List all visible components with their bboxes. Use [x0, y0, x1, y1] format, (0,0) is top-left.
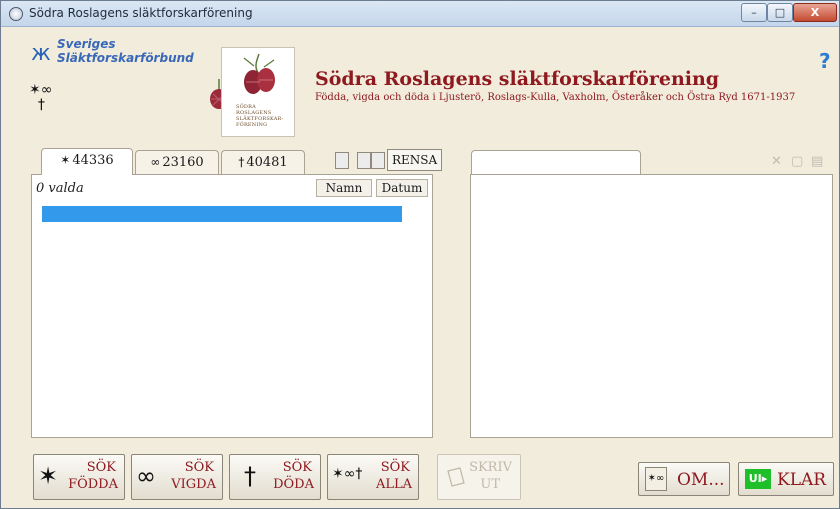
- about-button[interactable]: ✶∞ OM...: [638, 462, 730, 496]
- minimize-button[interactable]: –: [741, 3, 767, 22]
- tab-dead[interactable]: † 40481: [221, 150, 305, 174]
- search-born-label-top: SÖK: [86, 460, 116, 475]
- search-dead-label-top: SÖK: [282, 460, 312, 475]
- maximize-button[interactable]: □: [767, 3, 793, 22]
- search-born-button[interactable]: ✶ SÖK FÖDDA: [33, 454, 125, 500]
- search-all-label-bottom: ALLA: [375, 477, 412, 492]
- association-logo-text: SÖDRA ROSLAGENS SLÄKTFORSKAR-FÖRENING: [236, 104, 284, 128]
- print-label-bottom: UT: [480, 477, 500, 492]
- app-icon: [9, 7, 23, 21]
- dead-icon: †: [244, 462, 256, 490]
- tab-details[interactable]: [471, 150, 641, 176]
- born-icon: ✶: [60, 153, 71, 167]
- birth-marriage-death-symbols-icon: ✶∞ †: [29, 82, 53, 113]
- selected-row-highlight[interactable]: [42, 206, 402, 222]
- symbols-icon: ✶∞: [645, 467, 667, 491]
- exit-button[interactable]: UI▸ KLAR: [738, 462, 834, 496]
- search-all-label-top: SÖK: [380, 460, 410, 475]
- tab-born[interactable]: ✶ 44336: [41, 148, 133, 175]
- sort-date-button[interactable]: Datum: [376, 179, 428, 197]
- tab-born-count: 44336: [72, 153, 114, 168]
- married-icon: ∞: [150, 155, 161, 169]
- printer-page-icon: [447, 467, 465, 487]
- document-icon[interactable]: ▤: [811, 154, 823, 169]
- federation-name-line1: Sveriges: [57, 37, 116, 51]
- federation-name-line2: Släktforskarförbund: [57, 51, 194, 65]
- search-dead-label-bottom: DÖDA: [273, 477, 314, 492]
- tab-married-count: 23160: [162, 155, 204, 170]
- all-events-icon: ✶∞†: [332, 466, 363, 482]
- clear-button[interactable]: RENSA: [387, 149, 443, 171]
- close-button[interactable]: X: [793, 3, 837, 22]
- folder-icon[interactable]: [335, 152, 349, 169]
- association-logo: SÖDRA ROSLAGENS SLÄKTFORSKAR-FÖRENING: [221, 47, 295, 137]
- search-dead-button[interactable]: † SÖK DÖDA: [229, 454, 321, 500]
- details-panel: [470, 174, 833, 438]
- about-label: OM...: [677, 470, 725, 490]
- federation-mark-icon: ж: [31, 41, 51, 66]
- page-title: Södra Roslagens släktforskarförening: [315, 68, 720, 90]
- app-window: Södra Roslagens släktforskarförening – □…: [0, 0, 840, 509]
- title-bar: Södra Roslagens släktforskarförening – □…: [1, 1, 839, 27]
- exit-icon: UI▸: [745, 469, 771, 489]
- symbol-cross-icon[interactable]: ✕: [771, 154, 782, 169]
- open-book-page-icon[interactable]: [371, 152, 385, 169]
- window-title: Södra Roslagens släktforskarförening: [29, 6, 253, 20]
- page-subtitle: Födda, vigda och döda i Ljusterö, Roslag…: [315, 92, 796, 103]
- print-button[interactable]: SKRIV UT: [437, 454, 521, 500]
- search-married-button[interactable]: ∞ SÖK VIGDA: [131, 454, 223, 500]
- dead-icon: †: [238, 155, 245, 169]
- exit-label: KLAR: [777, 470, 827, 490]
- married-icon: ∞: [136, 462, 156, 490]
- born-icon: ✶: [38, 462, 59, 490]
- open-book-icon[interactable]: [357, 152, 371, 169]
- federation-logo: ж Sveriges Släktforskarförbund: [31, 37, 211, 87]
- search-married-label-bottom: VIGDA: [171, 477, 216, 492]
- folder-icon-right[interactable]: ▢: [791, 154, 803, 169]
- tab-married[interactable]: ∞ 23160: [135, 150, 219, 174]
- selected-count: 0 valda: [36, 181, 84, 196]
- print-label-top: SKRIV: [469, 460, 512, 475]
- tab-dead-count: 40481: [246, 155, 288, 170]
- left-tab-bar: ✶ 44336 ∞ 23160 † 40481 RENSA: [31, 148, 443, 175]
- help-icon[interactable]: ?: [819, 49, 831, 73]
- search-all-button[interactable]: ✶∞† SÖK ALLA: [327, 454, 419, 500]
- search-born-label-bottom: FÖDDA: [68, 477, 118, 492]
- association-flower-icon: [243, 53, 275, 94]
- search-married-label-top: SÖK: [184, 460, 214, 475]
- results-list-panel[interactable]: 0 valda Namn Datum: [31, 174, 433, 438]
- sort-name-button[interactable]: Namn: [316, 179, 372, 197]
